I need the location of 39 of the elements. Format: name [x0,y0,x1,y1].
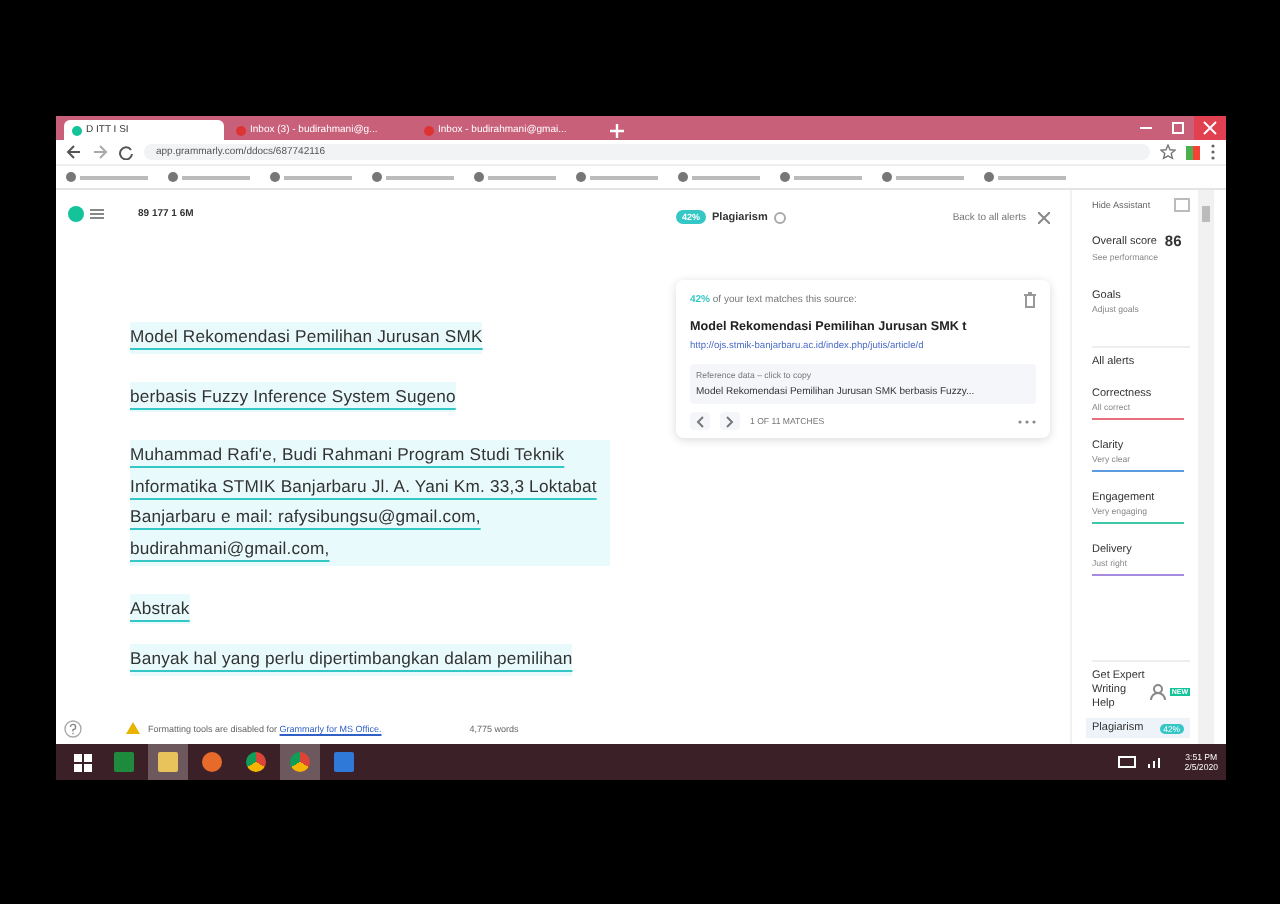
bookmark-item[interactable] [270,172,352,182]
next-button[interactable] [720,412,740,430]
menu-icon[interactable] [90,208,104,220]
document-paragraph: Banyak hal yang perlu dipertimbangkan dalam pemilihan [130,644,573,676]
tab-icon [236,125,246,135]
close-icon[interactable] [1038,211,1050,223]
document-paragraph: berbasis Fuzzy Inference System Sugeno [130,381,456,413]
bookmark-item[interactable] [66,172,148,182]
refresh-icon[interactable] [773,211,786,223]
grammarly-logo-icon[interactable] [68,206,84,222]
tab-icon [424,125,434,135]
reload-icon[interactable] [118,144,134,160]
warning-icon [126,721,140,735]
help-icon[interactable] [64,719,82,737]
trash-icon[interactable] [1024,292,1036,308]
star-icon[interactable] [1160,144,1176,160]
network-icon[interactable] [1148,756,1165,768]
back-icon[interactable] [66,144,82,160]
bookmark-item[interactable] [576,172,658,182]
forward-icon[interactable] [92,144,108,160]
document-paragraph: Muhammad Rafi'e, Budi Rahmani Program Studi Teknik Informatika STMIK Banjarbaru Jl. A. Yani Km. 33,3 Loktabat Banjarbaru e mail: rafysibungsu@gmail.com, budirahmani@gmail.com, [130,440,610,566]
chrome-icon[interactable] [280,744,320,780]
bookmark-item[interactable] [780,172,862,182]
document-paragraph: Abstrak [130,593,190,625]
person-icon [1149,683,1166,699]
tab-icon [72,125,82,135]
bookmark-item[interactable] [678,172,760,182]
menu-icon[interactable] [1210,144,1216,160]
document-paragraph: Model Rekomendasi Pemilihan Jurusan SMK [130,322,483,354]
bookmark-item[interactable] [372,172,454,182]
extension-icon[interactable] [1186,145,1200,159]
new-tab-icon[interactable] [604,120,630,140]
bookmark-item[interactable] [474,172,556,182]
scrollbar[interactable] [1198,190,1214,744]
bookmark-item[interactable] [984,172,1066,182]
close-icon[interactable] [1194,116,1226,140]
bookmark-item[interactable] [882,172,964,182]
bookmark-item[interactable] [168,172,250,182]
previous-button[interactable] [690,412,710,430]
